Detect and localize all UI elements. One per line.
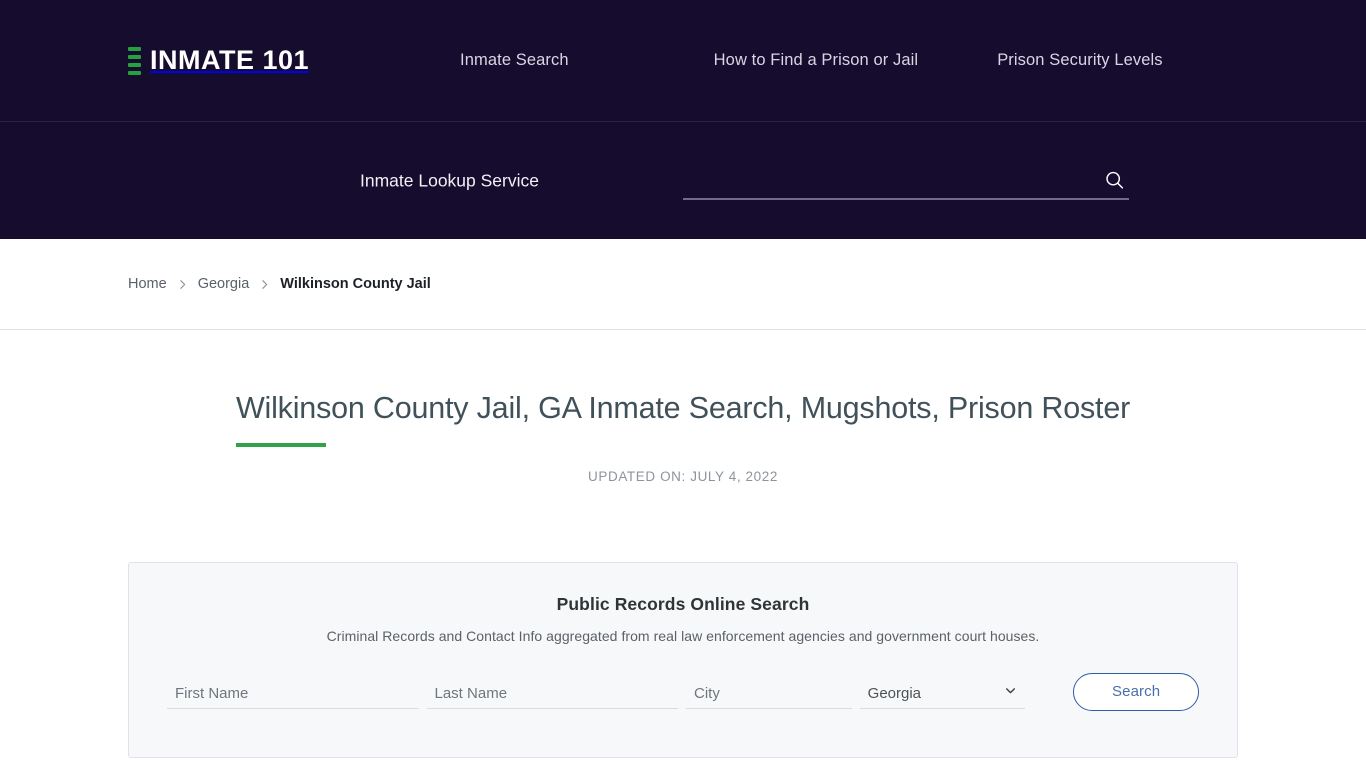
site-search-submit-button[interactable] — [1099, 165, 1129, 195]
search-icon — [1105, 171, 1123, 189]
first-name-input[interactable] — [167, 684, 419, 702]
page-title-block: Wilkinson County Jail, GA Inmate Search,… — [235, 390, 1131, 447]
chevron-right-icon — [176, 278, 189, 291]
logo-text: INMATE 101 — [150, 45, 310, 75]
public-records-search-card: Public Records Online Search Criminal Re… — [128, 561, 1238, 758]
city-input[interactable] — [686, 684, 852, 702]
main-navigation: Inmate Search How to Find a Prison or Ja… — [460, 51, 1163, 70]
public-records-search-button[interactable]: Search — [1073, 672, 1199, 711]
city-field[interactable] — [686, 675, 852, 709]
site-header: INMATE 101 Inmate Search How to Find a P… — [0, 0, 1366, 122]
inmate-lookup-bar: Inmate Lookup Service — [0, 122, 1366, 239]
breadcrumb-item-current: Wilkinson County Jail — [280, 276, 431, 292]
page-title: Wilkinson County Jail, GA Inmate Search,… — [235, 391, 1131, 425]
state-select[interactable]: Georgia — [859, 684, 1026, 702]
site-search-input[interactable] — [683, 162, 1099, 198]
nav-item-prison-security-levels[interactable]: Prison Security Levels — [997, 51, 1162, 70]
nav-item-inmate-search[interactable]: Inmate Search — [460, 51, 569, 70]
inmate-lookup-label: Inmate Lookup Service — [360, 170, 539, 190]
public-records-title: Public Records Online Search — [556, 593, 810, 614]
last-name-field[interactable] — [426, 675, 679, 709]
logo-bars-icon — [128, 46, 141, 76]
site-logo[interactable]: INMATE 101 — [128, 45, 309, 76]
public-records-form: Georgia Search — [167, 672, 1199, 711]
first-name-field[interactable] — [167, 675, 419, 709]
nav-item-how-to-find-a-prison-or-jail[interactable]: How to Find a Prison or Jail — [714, 51, 919, 70]
breadcrumb-bar: Home Georgia Wilkinson County Jail — [0, 239, 1366, 330]
main-content: Wilkinson County Jail, GA Inmate Search,… — [0, 330, 1366, 758]
last-updated-text: UPDATED ON: JULY 4, 2022 — [588, 468, 778, 484]
site-search-field[interactable] — [683, 162, 1129, 199]
public-records-subtitle: Criminal Records and Contact Info aggreg… — [326, 627, 1040, 644]
last-name-input[interactable] — [426, 684, 679, 702]
breadcrumb: Home Georgia Wilkinson County Jail — [128, 276, 431, 292]
title-accent-underline — [235, 442, 326, 447]
state-select-field[interactable]: Georgia — [859, 675, 1026, 709]
breadcrumb-item-georgia[interactable]: Georgia — [198, 276, 250, 292]
breadcrumb-item-home[interactable]: Home — [128, 276, 167, 292]
chevron-right-icon — [258, 278, 271, 291]
